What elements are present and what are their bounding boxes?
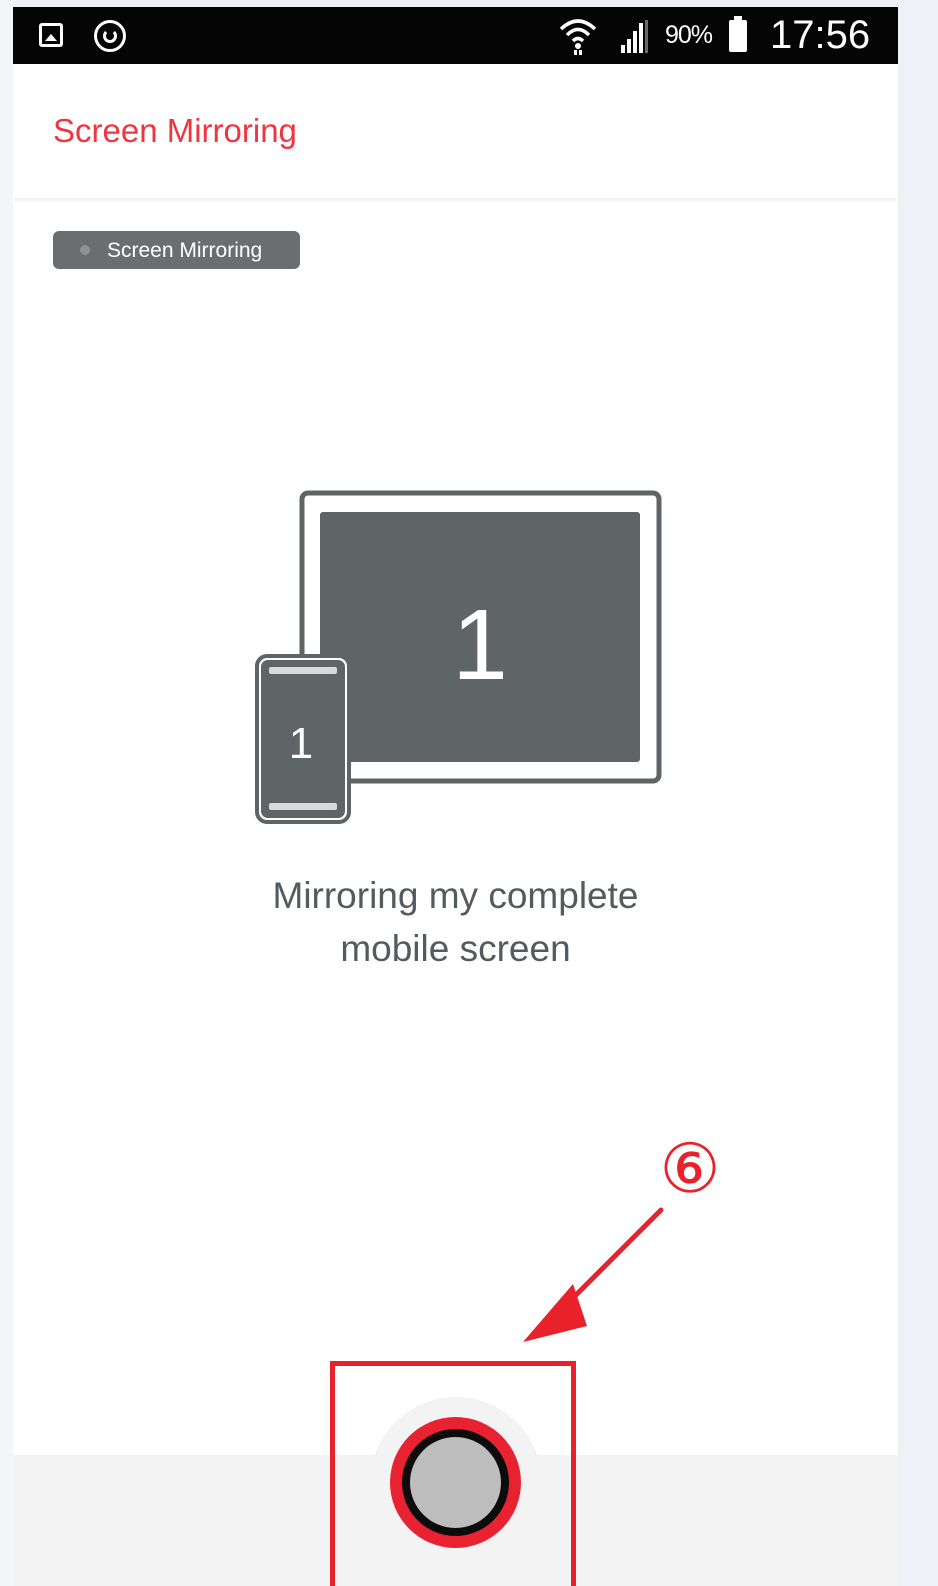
phone-screen: 90% 17:56 Screen Mirroring Screen Mirror… [13, 7, 898, 1586]
mode-tag-label: Screen Mirroring [107, 239, 263, 262]
battery-icon [729, 16, 747, 52]
background-strip [0, 0, 13, 1586]
signal-icon [621, 20, 648, 53]
status-dot-icon [80, 245, 90, 255]
monitor-number: 1 [452, 589, 508, 701]
wifi-icon [559, 19, 597, 55]
phone-bottom-bar [269, 803, 337, 810]
arrow-icon [523, 1207, 664, 1342]
caption: Mirroring my complete mobile screen [173, 869, 738, 975]
page-title: Screen Mirroring [53, 112, 297, 149]
phone-top-bar [269, 667, 337, 674]
gallery-icon [39, 23, 63, 47]
step-number-annotation: ⑥ [660, 1132, 721, 1207]
status-bar: 90% 17:56 [13, 7, 898, 64]
sync-icon [94, 20, 126, 52]
mirroring-illustration: 1 1 [255, 490, 662, 824]
app-header: Screen Mirroring [13, 64, 898, 198]
highlight-box [330, 1361, 576, 1586]
step-number: ⑥ [660, 1132, 721, 1207]
caption-line-1: Mirroring my complete [272, 875, 639, 916]
battery-percent: 90% [665, 21, 713, 49]
clock: 17:56 [770, 13, 871, 57]
mode-tag[interactable]: Screen Mirroring [53, 231, 300, 269]
phone-number: 1 [289, 719, 313, 768]
caption-line-2: mobile screen [340, 928, 571, 969]
